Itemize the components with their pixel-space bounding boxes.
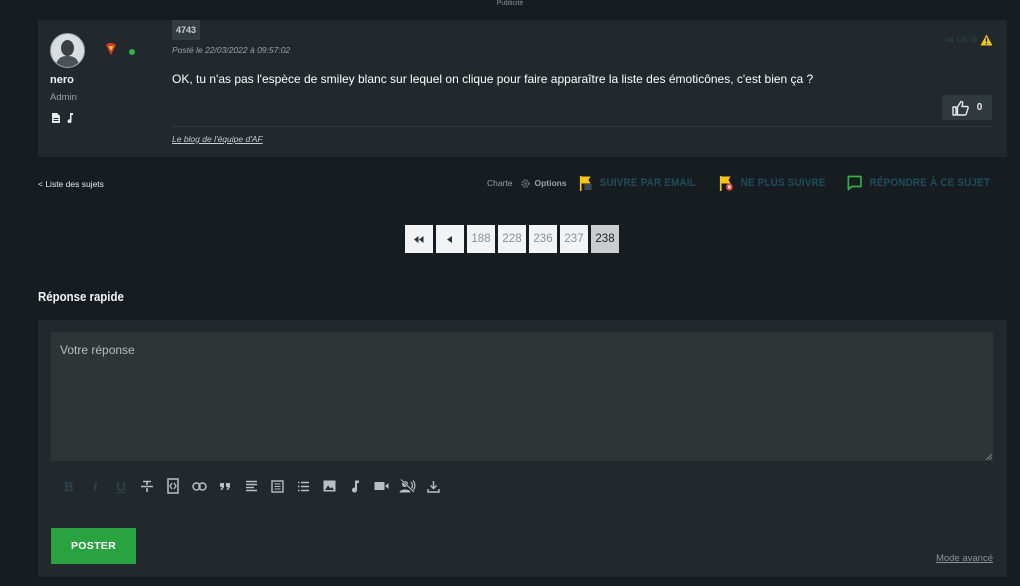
music-icon <box>352 480 359 493</box>
quick-reply-box: B I U <box>38 320 1007 577</box>
like-count: 0 <box>976 102 983 113</box>
advanced-mode-link[interactable]: Mode avancé <box>936 553 993 564</box>
reply-topic-button[interactable]: RÉPONDRE À CE SUJET <box>847 175 990 191</box>
no-voice-button[interactable] <box>394 477 420 495</box>
post-tools: #4 CG @ <box>946 34 993 46</box>
post-mention-link[interactable]: @ <box>970 37 977 44</box>
options-label: Options <box>534 178 567 188</box>
list-button[interactable] <box>290 477 316 495</box>
post-date: Posté le 22/03/2022 à 09:57:02 <box>172 45 291 55</box>
charte-link[interactable]: Charte <box>487 178 513 188</box>
page-link[interactable]: 188 <box>467 225 495 253</box>
follow-email-button[interactable]: SUIVRE PAR EMAIL <box>579 175 696 192</box>
online-status-dot <box>129 49 135 55</box>
image-button[interactable] <box>316 477 342 495</box>
comment-icon <box>847 175 862 191</box>
post-message: OK, tu n'as pas l'espèce de smiley blanc… <box>172 72 814 86</box>
flag-remove-icon <box>719 175 733 191</box>
document-icon[interactable] <box>52 110 60 128</box>
strikethrough-button[interactable] <box>134 477 160 495</box>
music-note-icon[interactable] <box>66 110 74 128</box>
code-icon <box>167 478 179 494</box>
flag-icon <box>579 175 592 191</box>
reply-textarea[interactable] <box>51 332 993 461</box>
reply-topic-label: RÉPONDRE À CE SUJET <box>869 177 991 189</box>
download-icon <box>426 480 440 493</box>
no-voice-icon <box>399 479 415 493</box>
prev-page-button[interactable] <box>436 225 464 253</box>
current-page: 238 <box>591 225 619 253</box>
double-chevron-left-icon <box>414 235 424 243</box>
list-icon <box>297 481 309 491</box>
follow-email-label: SUIVRE PAR EMAIL <box>599 177 696 189</box>
video-icon <box>374 482 388 490</box>
warning-icon[interactable] <box>980 34 993 46</box>
editor-toolbar: B I U <box>56 477 446 495</box>
page-link[interactable]: 236 <box>529 225 557 253</box>
author-role: Admin <box>50 92 77 103</box>
like-button[interactable]: 0 <box>942 95 992 120</box>
unfollow-label: NE PLUS SUIVRE <box>740 177 826 189</box>
post-submit-button[interactable]: POSTER <box>51 528 136 564</box>
avatar[interactable] <box>50 33 85 68</box>
page-link[interactable]: 237 <box>560 225 588 253</box>
ad-label: Publicité <box>496 0 524 7</box>
quote-button[interactable] <box>212 477 238 495</box>
post-author: nero Admin <box>50 33 160 124</box>
superman-badge-icon <box>106 43 116 55</box>
link-icon <box>191 481 207 491</box>
resize-grip-icon[interactable] <box>986 454 992 460</box>
quote-icon <box>220 482 230 490</box>
topic-actions: Charte Options SUIVRE PAR EMAIL NE PLUS … <box>487 173 1006 193</box>
unfollow-button[interactable]: NE PLUS SUIVRE <box>719 175 826 192</box>
post-signature-link[interactable]: Le blog de l'équipe d'AF <box>172 134 263 144</box>
page-link[interactable]: 228 <box>498 225 526 253</box>
chevron-left-icon <box>447 235 452 243</box>
author-name[interactable]: nero <box>50 74 74 86</box>
bold-button[interactable]: B <box>56 477 82 495</box>
strikethrough-icon <box>141 480 153 492</box>
align-icon <box>245 480 257 492</box>
link-button[interactable] <box>186 477 212 495</box>
list-box-button[interactable] <box>264 477 290 495</box>
back-to-topics-link[interactable]: < Liste des sujets <box>38 179 104 189</box>
code-button[interactable] <box>160 477 186 495</box>
post-cg-link[interactable]: CG <box>956 37 967 44</box>
options-menu[interactable]: Options <box>520 178 567 189</box>
align-button[interactable] <box>238 477 264 495</box>
underline-button[interactable]: U <box>108 477 134 495</box>
post-card: nero Admin 4743 Posté le 22/03/2022 à 09… <box>38 20 1007 157</box>
gear-icon <box>521 178 531 188</box>
first-page-button[interactable] <box>405 225 433 253</box>
thumbs-up-icon <box>952 100 969 116</box>
list-box-icon <box>270 479 284 493</box>
music-button[interactable] <box>342 477 368 495</box>
download-button[interactable] <box>420 477 446 495</box>
post-id[interactable]: 4743 <box>172 20 201 40</box>
post-divider <box>172 126 992 127</box>
post-anchor-link[interactable]: #4 <box>946 37 954 44</box>
video-button[interactable] <box>368 477 394 495</box>
quick-reply-title: Réponse rapide <box>38 289 124 304</box>
author-icons <box>52 110 74 128</box>
image-icon <box>323 480 335 492</box>
pagination: 188 228 236 237 238 <box>405 225 619 253</box>
italic-button[interactable]: I <box>82 477 108 495</box>
